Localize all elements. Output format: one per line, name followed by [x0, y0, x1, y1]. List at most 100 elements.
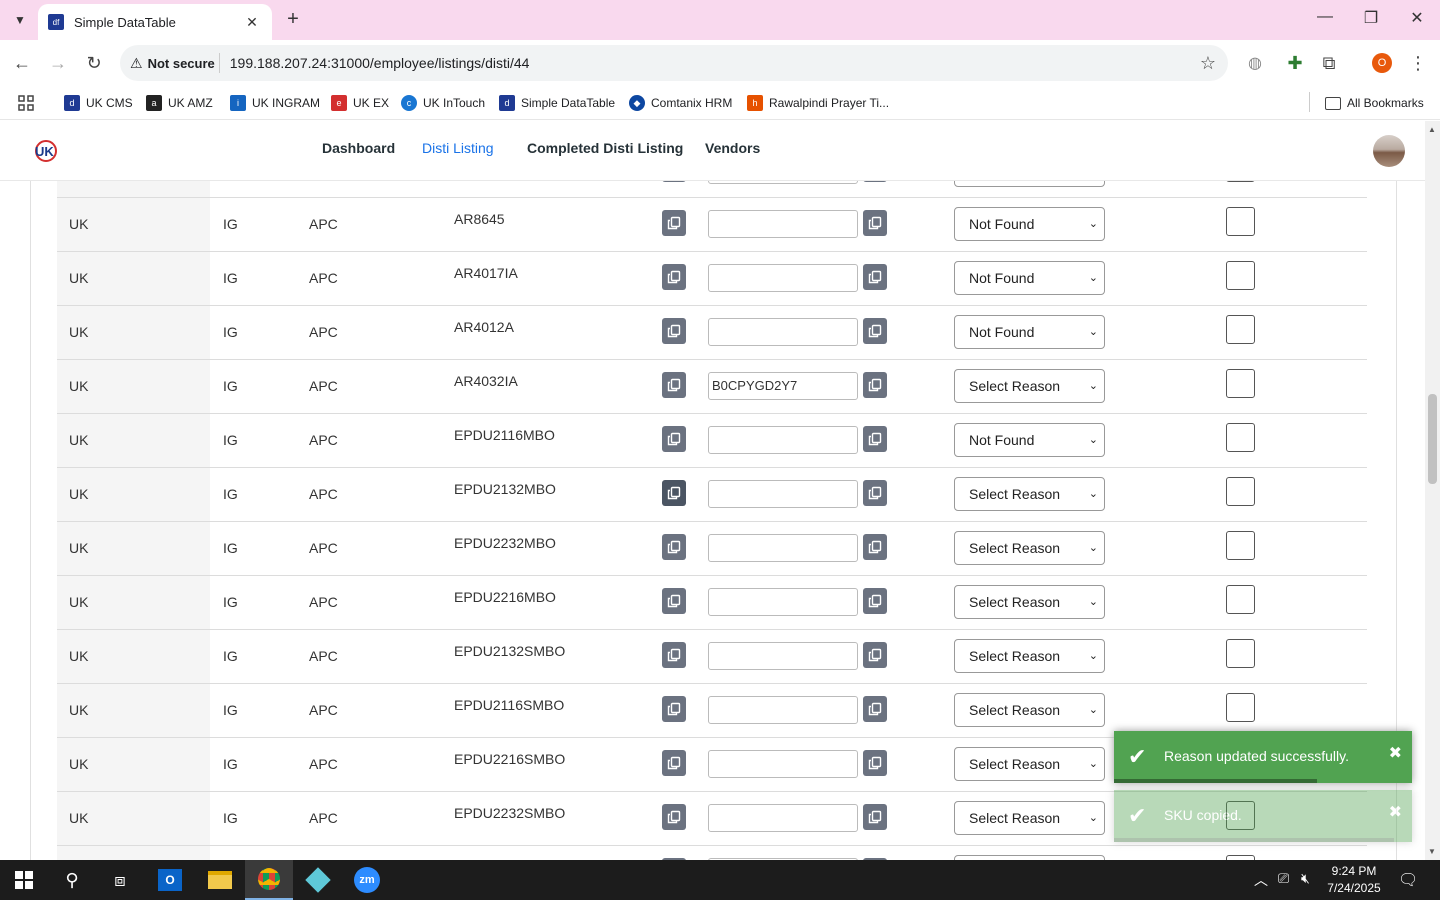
reason-select[interactable]: Select Reason ⌄ — [954, 477, 1105, 511]
scrollbar-thumb[interactable] — [1428, 394, 1437, 484]
reason-select[interactable]: Not Found⌄ — [954, 207, 1105, 241]
asin-input[interactable] — [708, 642, 858, 670]
row-checkbox[interactable] — [1226, 207, 1255, 236]
copy-asin-button[interactable] — [863, 210, 887, 236]
row-checkbox[interactable] — [1226, 531, 1255, 560]
asin-input[interactable] — [708, 426, 858, 454]
forward-icon[interactable]: → — [46, 51, 70, 75]
reload-icon[interactable]: ↻ — [82, 51, 106, 75]
url-text[interactable]: 199.188.207.24:31000/employee/listings/d… — [230, 55, 530, 71]
back-icon[interactable]: ← — [10, 51, 34, 75]
scroll-up-icon[interactable]: ▲ — [1428, 125, 1436, 134]
nav-dashboard[interactable]: Dashboard — [322, 140, 395, 156]
copy-asin-button[interactable] — [863, 534, 887, 560]
extensions-icon[interactable]: ⧉ — [1317, 51, 1341, 75]
translate-icon[interactable]: ◍ — [1243, 51, 1267, 75]
row-checkbox[interactable] — [1226, 315, 1255, 344]
row-checkbox[interactable] — [1226, 477, 1255, 506]
toast-close-icon[interactable]: ✖ — [1389, 743, 1402, 763]
address-bar[interactable]: ⚠ Not secure 199.188.207.24:31000/employ… — [120, 45, 1228, 81]
copy-sku-button[interactable] — [662, 210, 686, 236]
asin-input[interactable] — [708, 264, 858, 292]
copy-sku-button[interactable] — [662, 264, 686, 290]
task-view-icon[interactable]: ⧈ — [96, 860, 144, 900]
reason-select[interactable]: Not Found⌄ — [954, 315, 1105, 349]
bookmark-uk-cms[interactable]: d UK CMS — [64, 93, 133, 113]
restore-icon[interactable]: ❐ — [1359, 8, 1383, 28]
tab-close-icon[interactable]: ✕ — [242, 14, 262, 31]
nav-vendors[interactable]: Vendors — [705, 140, 760, 156]
copy-asin-button[interactable] — [863, 588, 887, 614]
notifications-icon[interactable]: 🗨︎ — [1398, 870, 1418, 890]
copy-sku-button[interactable] — [662, 750, 686, 776]
copy-asin-button[interactable] — [863, 264, 887, 290]
copy-sku-button[interactable] — [662, 372, 686, 398]
copy-sku-button[interactable] — [662, 426, 686, 452]
row-checkbox[interactable] — [1226, 181, 1255, 182]
copy-sku-button[interactable] — [662, 642, 686, 668]
bookmark-simple-datatable[interactable]: d Simple DataTable — [499, 93, 615, 113]
reason-select[interactable]: Select Reason ⌄ — [954, 369, 1105, 403]
scroll-down-icon[interactable]: ▼ — [1428, 847, 1436, 856]
asin-input[interactable] — [708, 534, 858, 562]
reason-select[interactable]: Not Found⌄ — [954, 261, 1105, 295]
bookmark-star-icon[interactable]: ☆ — [1200, 53, 1216, 74]
app-diamond-icon[interactable] — [294, 860, 342, 900]
copy-sku-button[interactable] — [662, 181, 686, 182]
asin-input[interactable] — [708, 804, 858, 832]
chrome-icon[interactable] — [245, 860, 293, 900]
row-checkbox[interactable] — [1226, 693, 1255, 722]
copy-sku-button[interactable] — [662, 534, 686, 560]
profile-avatar[interactable]: O — [1372, 53, 1392, 73]
asin-input[interactable] — [708, 480, 858, 508]
zoom-icon[interactable]: zm — [343, 860, 391, 900]
nav-disti-listing[interactable]: Disti Listing — [422, 140, 494, 156]
file-explorer-icon[interactable] — [196, 860, 244, 900]
row-checkbox[interactable] — [1226, 585, 1255, 614]
bookmark-rawalpindi-prayer[interactable]: h Rawalpindi Prayer Ti... — [747, 93, 889, 113]
copy-asin-button[interactable] — [863, 804, 887, 830]
reason-select[interactable]: Not Found⌄ — [954, 423, 1105, 457]
asin-input[interactable] — [708, 181, 858, 184]
asin-input[interactable] — [708, 210, 858, 238]
new-tab-icon[interactable]: + — [282, 8, 304, 31]
volume-muted-icon[interactable]: 🔇︎ — [1301, 870, 1310, 887]
row-checkbox[interactable] — [1226, 423, 1255, 452]
copy-asin-button[interactable] — [863, 696, 887, 722]
reason-select[interactable]: Select Reason ⌄ — [954, 531, 1105, 565]
apps-grid-icon[interactable] — [18, 93, 34, 113]
extension-puzzle-green-icon[interactable]: ✚ — [1283, 51, 1307, 75]
row-checkbox[interactable] — [1226, 639, 1255, 668]
windows-start-icon[interactable] — [0, 860, 48, 900]
bookmark-uk-ex[interactable]: e UK EX — [331, 93, 389, 113]
bookmark-uk-amz[interactable]: a UK AMZ — [146, 93, 213, 113]
copy-asin-button[interactable] — [863, 372, 887, 398]
bookmark-uk-intouch[interactable]: c UK InTouch — [401, 93, 485, 113]
copy-sku-button[interactable] — [662, 588, 686, 614]
toast-close-icon[interactable]: ✖ — [1389, 802, 1402, 822]
copy-asin-button[interactable] — [863, 642, 887, 668]
asin-input[interactable] — [708, 750, 858, 778]
all-bookmarks[interactable]: All Bookmarks — [1325, 93, 1424, 113]
window-close-icon[interactable]: ✕ — [1405, 8, 1429, 28]
page-scrollbar[interactable]: ▲ ▼ — [1425, 121, 1440, 860]
search-icon[interactable]: ⚲ — [48, 860, 96, 900]
copy-sku-button[interactable] — [662, 696, 686, 722]
asin-input[interactable] — [708, 696, 858, 724]
reason-select[interactable]: Select Reason ⌄ — [954, 693, 1105, 727]
taskbar-clock[interactable]: 9:24 PM 7/24/2025 — [1318, 863, 1390, 897]
uk-logo-icon[interactable]: UK — [32, 138, 58, 164]
copy-asin-button[interactable] — [863, 480, 887, 506]
minimize-icon[interactable]: — — [1313, 8, 1337, 26]
reason-select[interactable]: Select Reason ⌄ — [954, 585, 1105, 619]
copy-asin-button[interactable] — [863, 426, 887, 452]
network-icon[interactable]: ⎚ — [1278, 870, 1289, 887]
copy-sku-button[interactable] — [662, 480, 686, 506]
tab-search-icon[interactable]: ▼ — [8, 8, 32, 32]
row-checkbox[interactable] — [1226, 369, 1255, 398]
copy-asin-button[interactable] — [863, 750, 887, 776]
asin-input[interactable] — [708, 588, 858, 616]
reason-select[interactable]: Select Reason ⌄ — [954, 747, 1105, 781]
reason-select[interactable]: Not Found⌄ — [954, 181, 1105, 187]
bookmark-comtanix-hrm[interactable]: ◆ Comtanix HRM — [629, 93, 732, 113]
